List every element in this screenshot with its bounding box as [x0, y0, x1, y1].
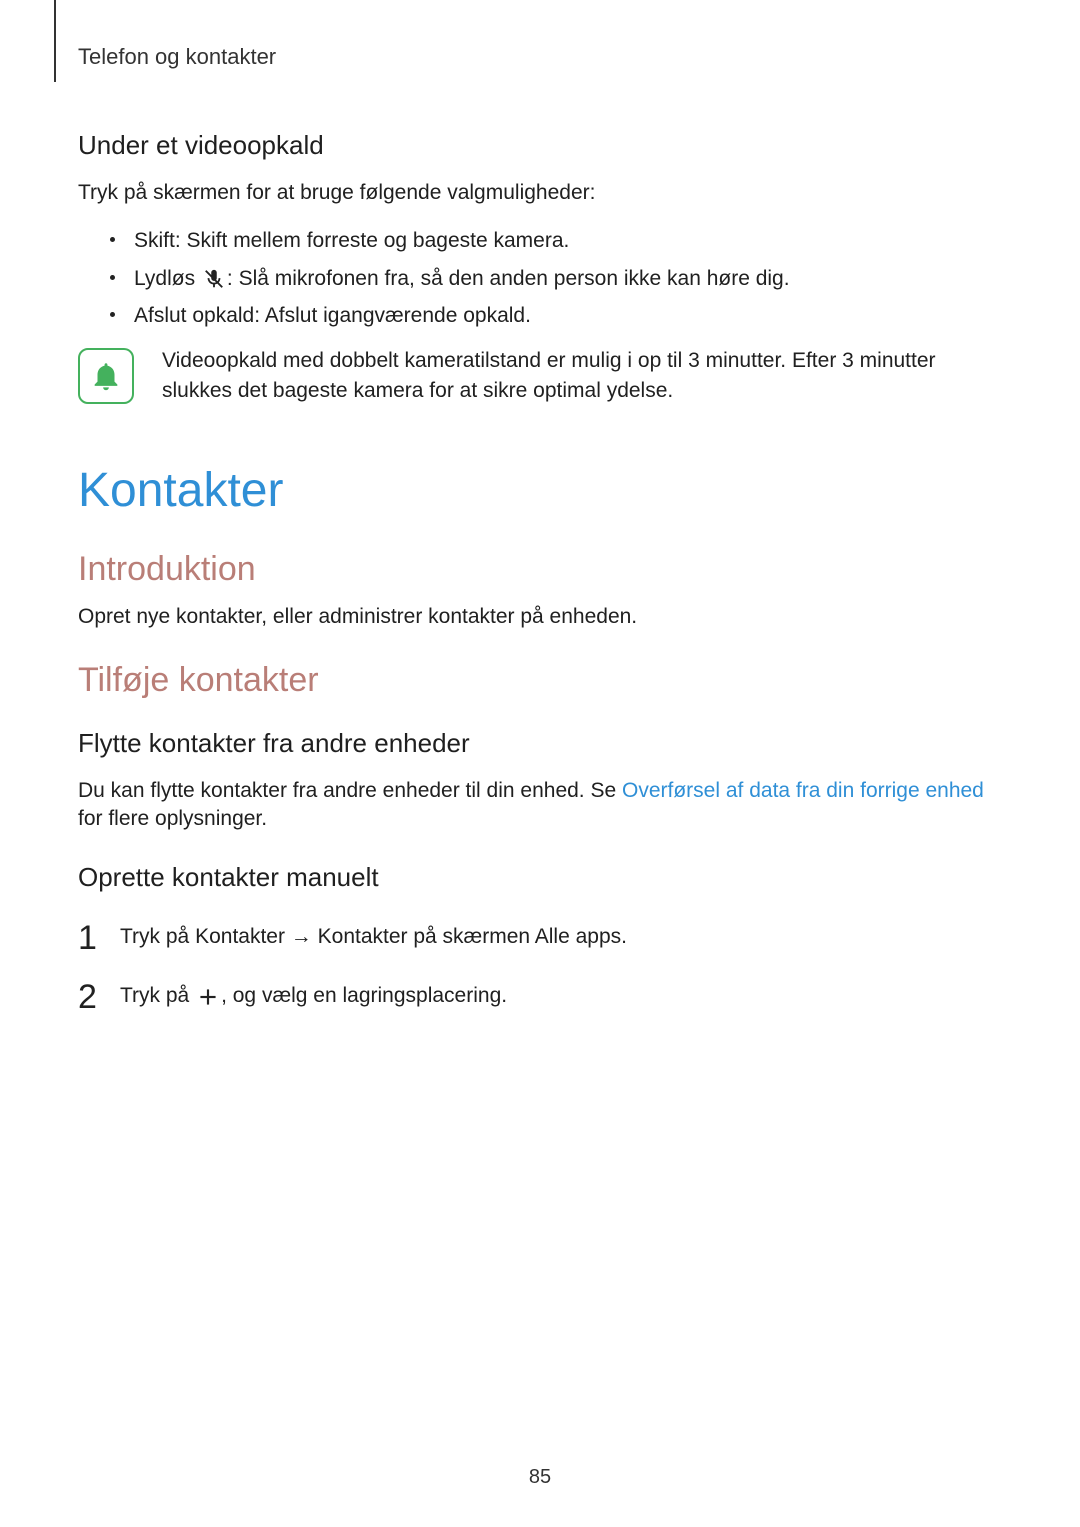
- step-mid: →: [285, 925, 318, 948]
- list-item: Afslut opkald: Afslut igangværende opkal…: [110, 300, 1002, 332]
- chapter-title: Telefon og kontakter: [78, 44, 1002, 70]
- move-prefix: Du kan flytte kontakter fra andre enhede…: [78, 779, 622, 802]
- plus-icon: [195, 984, 221, 1010]
- header-divider-line: [54, 0, 56, 82]
- note-bell-icon: [78, 348, 134, 404]
- step-post: , og vælg en lagringsplacering.: [221, 984, 507, 1007]
- video-call-intro: Tryk på skærmen for at bruge følgende va…: [78, 179, 1002, 207]
- step-item: 1 Tryk på Kontakter → Kontakter på skærm…: [78, 921, 1002, 953]
- video-call-options-list: Skift: Skift mellem forreste og bageste …: [110, 225, 1002, 332]
- move-suffix: for flere oplysninger.: [78, 807, 267, 830]
- list-item: Lydløs : Slå mikrofonen fra, så den ande…: [110, 263, 1002, 295]
- option-label: Lydløs: [134, 267, 195, 290]
- step-post: på skærmen Alle apps.: [408, 925, 627, 948]
- page-title-contacts: Kontakter: [78, 463, 1002, 518]
- subheading-move-contacts: Flytte kontakter fra andre enheder: [78, 728, 1002, 759]
- option-label: Afslut opkald: [134, 304, 254, 327]
- step-number: 2: [78, 972, 97, 1023]
- section-heading-introduction: Introduktion: [78, 550, 1002, 589]
- step-pre: Tryk på: [120, 984, 195, 1007]
- page-content: Telefon og kontakter Under et videoopkal…: [0, 0, 1080, 1012]
- mute-icon: [203, 268, 225, 290]
- manual-steps-list: 1 Tryk på Kontakter → Kontakter på skærm…: [78, 921, 1002, 1012]
- option-label: Skift: [134, 229, 175, 252]
- list-item: Skift: Skift mellem forreste og bageste …: [110, 225, 1002, 257]
- note-block: Videoopkald med dobbelt kameratilstand e…: [78, 346, 1002, 407]
- step-bold: Kontakter: [318, 925, 408, 948]
- option-desc: : Slå mikrofonen fra, så den anden perso…: [227, 267, 790, 290]
- step-pre: Tryk på: [120, 925, 195, 948]
- section-heading-add-contacts: Tilføje kontakter: [78, 661, 1002, 700]
- subheading-create-manually: Oprette kontakter manuelt: [78, 862, 1002, 893]
- introduction-body: Opret nye kontakter, eller administrer k…: [78, 603, 1002, 631]
- move-contacts-body: Du kan flytte kontakter fra andre enhede…: [78, 777, 1002, 834]
- step-number: 1: [78, 913, 97, 964]
- option-desc: : Skift mellem forreste og bageste kamer…: [175, 229, 570, 252]
- step-item: 2 Tryk på , og vælg en lagringsplacering…: [78, 980, 1002, 1012]
- section-heading-video-call: Under et videoopkald: [78, 130, 1002, 161]
- link-data-transfer[interactable]: Overførsel af data fra din forrige enhed: [622, 779, 984, 802]
- option-desc: : Afslut igangværende opkald.: [254, 304, 531, 327]
- page-number: 85: [0, 1466, 1080, 1489]
- step-bold: Kontakter: [195, 925, 285, 948]
- note-text: Videoopkald med dobbelt kameratilstand e…: [162, 346, 1002, 407]
